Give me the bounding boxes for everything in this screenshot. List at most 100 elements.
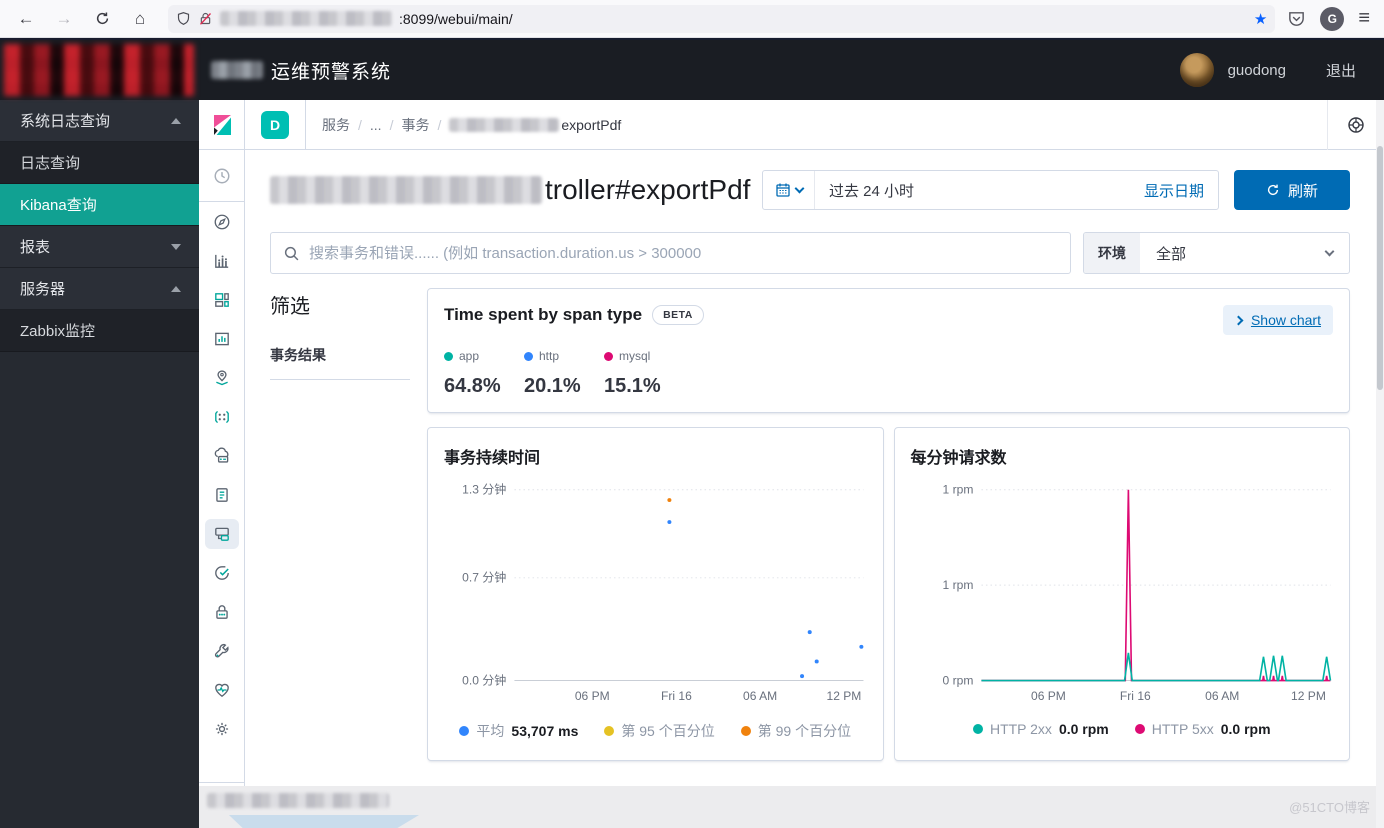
redacted-title-prefix bbox=[211, 61, 263, 79]
divider bbox=[305, 99, 306, 150]
legend-item[interactable]: 第 95 个百分位 bbox=[604, 721, 715, 741]
browser-home-button[interactable]: ⌂ bbox=[124, 5, 156, 33]
bookmark-star-icon[interactable]: ★ bbox=[1254, 10, 1267, 28]
sidebar-item-kibana-query[interactable]: Kibana查询 bbox=[0, 184, 199, 226]
breadcrumb-separator: / bbox=[437, 116, 442, 133]
transaction-duration-chart: 0.0 分钟 0.7 分钟 1.3 分钟 06 PM Fri 16 06 AM 12 PM bbox=[442, 476, 869, 717]
nav-siem[interactable] bbox=[199, 592, 244, 631]
sidebar-item-servers[interactable]: 服务器 bbox=[0, 268, 199, 310]
nav-maps[interactable] bbox=[199, 358, 244, 397]
legend-item[interactable]: HTTP 2xx 0.0 rpm bbox=[972, 721, 1109, 737]
legend-item[interactable]: 平均 53,707 ms bbox=[459, 721, 578, 741]
address-bar[interactable]: :8099/webui/main/ ★ bbox=[168, 4, 1276, 33]
dashboard-icon bbox=[214, 292, 229, 307]
nav-uptime[interactable] bbox=[199, 553, 244, 592]
browser-back-button[interactable]: ← bbox=[10, 5, 42, 33]
sidebar-item-label: Zabbix监控 bbox=[20, 323, 96, 340]
show-chart-button[interactable]: Show chart bbox=[1222, 305, 1333, 335]
nav-dev-tools[interactable] bbox=[199, 631, 244, 670]
environment-value: 全部 bbox=[1156, 245, 1187, 263]
browser-forward-button[interactable]: → bbox=[48, 5, 80, 33]
shield-permissions-icon bbox=[177, 12, 190, 25]
svg-text:0.0 分钟: 0.0 分钟 bbox=[462, 674, 506, 688]
logs-icon bbox=[215, 487, 228, 502]
help-icon[interactable] bbox=[1346, 115, 1366, 135]
nav-machine-learning[interactable] bbox=[199, 397, 244, 436]
show-dates-button[interactable]: 显示日期 bbox=[1144, 180, 1218, 201]
heartbeat-icon bbox=[214, 683, 229, 697]
uptime-icon bbox=[214, 565, 229, 580]
nav-infrastructure[interactable] bbox=[199, 436, 244, 475]
nav-management[interactable] bbox=[199, 709, 244, 748]
nav-logs[interactable] bbox=[199, 475, 244, 514]
svg-text:Fri 16: Fri 16 bbox=[661, 689, 692, 703]
user-avatar[interactable] bbox=[1179, 53, 1214, 87]
breadcrumb-ellipsis[interactable]: ... bbox=[370, 117, 382, 133]
transaction-result-filter: 事务结果 bbox=[270, 347, 326, 363]
legend-dot bbox=[444, 351, 453, 361]
scrollbar-thumb[interactable] bbox=[1377, 146, 1383, 390]
sidebar-item-reports[interactable]: 报表 bbox=[0, 226, 199, 268]
redacted-breadcrumb bbox=[449, 117, 560, 132]
breadcrumb-separator: / bbox=[358, 116, 362, 133]
pocket-icon[interactable] bbox=[1287, 9, 1306, 28]
browser-reload-button[interactable] bbox=[86, 5, 118, 33]
chevron-down-icon bbox=[794, 183, 804, 194]
breadcrumb-services[interactable]: 服务 bbox=[322, 115, 350, 135]
refresh-button[interactable]: 刷新 bbox=[1234, 170, 1350, 210]
status-footer: @51CTO博客 bbox=[199, 786, 1384, 828]
chart-title: 每分钟请求数 bbox=[910, 450, 1007, 467]
redacted-title bbox=[270, 176, 542, 204]
environment-select[interactable]: 环境 全部 bbox=[1083, 232, 1350, 274]
sidebar-item-label: 系统日志查询 bbox=[20, 113, 111, 130]
legend-item[interactable]: HTTP 5xx 0.0 rpm bbox=[1134, 721, 1271, 737]
redacted-hostname bbox=[220, 11, 392, 26]
time-range-value[interactable]: 过去 24 小时 bbox=[815, 180, 914, 201]
visualize-icon bbox=[214, 254, 228, 268]
sidebar-item-label: Kibana查询 bbox=[20, 197, 97, 214]
breadcrumb: 服务 / ... / 事务 / exportPdf bbox=[322, 115, 621, 135]
vertical-scrollbar[interactable] bbox=[1376, 100, 1384, 828]
requests-per-minute-chart: 0 rpm 1 rpm 1 rpm 06 PM Fri 16 06 AM 12 PM bbox=[909, 476, 1336, 717]
recently-viewed-icon bbox=[214, 168, 229, 183]
nav-apm[interactable] bbox=[199, 514, 244, 553]
svg-text:12 PM: 12 PM bbox=[1291, 689, 1326, 703]
svg-text:1 rpm: 1 rpm bbox=[942, 578, 973, 592]
nav-stack-monitoring[interactable] bbox=[199, 670, 244, 709]
svg-text:06 PM: 06 PM bbox=[575, 689, 610, 703]
nav-canvas[interactable] bbox=[199, 319, 244, 358]
apm-icon bbox=[214, 527, 229, 541]
browser-menu-icon[interactable]: ≡ bbox=[1358, 7, 1370, 30]
legend-value: 0.0 rpm bbox=[1058, 721, 1109, 737]
legend-item[interactable]: 第 99 个百分位 bbox=[740, 721, 851, 741]
kibana-logo-button[interactable] bbox=[199, 100, 244, 150]
nav-dashboard[interactable] bbox=[199, 280, 244, 319]
search-field[interactable] bbox=[270, 232, 1071, 274]
span-percentage: 20.1% bbox=[524, 375, 581, 397]
breadcrumb-transactions[interactable]: 事务 bbox=[401, 115, 429, 135]
browser-toolbar: ← → ⌂ :8099/webui/main/ ★ G ≡ bbox=[0, 0, 1384, 38]
recently-viewed-button[interactable] bbox=[199, 150, 244, 202]
nav-discover[interactable] bbox=[199, 202, 244, 241]
legend-value: 53,707 ms bbox=[511, 723, 579, 739]
breadcrumb-separator: / bbox=[389, 116, 394, 133]
span-type-app: app 64.8% bbox=[444, 349, 524, 398]
quick-select-button[interactable] bbox=[763, 171, 815, 209]
legend-dot bbox=[459, 726, 470, 736]
service-badge[interactable]: D bbox=[261, 110, 289, 139]
sidebar-item-log-query[interactable]: 日志查询 bbox=[0, 142, 199, 184]
legend-label: http bbox=[539, 349, 560, 363]
chevron-down-icon bbox=[171, 243, 181, 250]
sidebar-item-zabbix[interactable]: Zabbix监控 bbox=[0, 310, 199, 352]
browser-profile-avatar[interactable]: G bbox=[1320, 6, 1345, 31]
svg-text:06 AM: 06 AM bbox=[1205, 689, 1239, 703]
sidebar-item-system-log-query[interactable]: 系统日志查询 bbox=[0, 100, 199, 142]
legend-dot bbox=[740, 726, 751, 736]
page-title: troller#exportPdf bbox=[270, 174, 750, 206]
svg-text:06 PM: 06 PM bbox=[1031, 689, 1066, 703]
logout-button[interactable]: 退出 bbox=[1326, 60, 1356, 81]
search-input[interactable] bbox=[309, 244, 1058, 262]
transaction-duration-chart-card: 事务持续时间 0.0 分钟 0.7 分钟 1.3 分钟 06 PM Fri 16 06 A… bbox=[427, 427, 884, 761]
url-text: :8099/webui/main/ bbox=[399, 10, 513, 27]
nav-visualize[interactable] bbox=[199, 241, 244, 280]
